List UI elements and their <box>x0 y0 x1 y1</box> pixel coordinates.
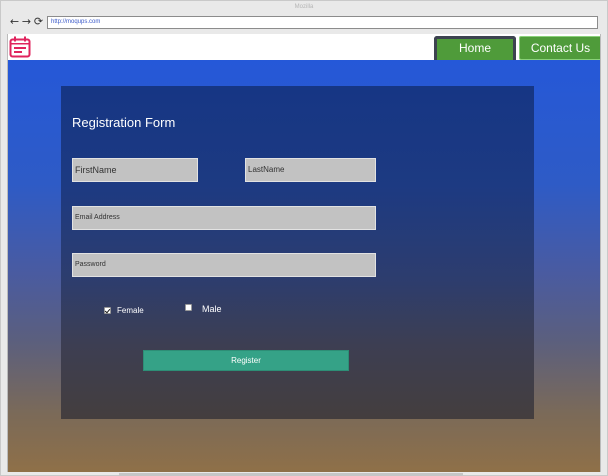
site-header: Home Contact Us <box>8 34 600 60</box>
registration-form: Registration Form FirstName LastName Ema… <box>61 86 534 419</box>
male-checkbox[interactable] <box>185 304 192 311</box>
form-title: Registration Form <box>72 115 176 130</box>
nav-contact-tab[interactable]: Contact Us <box>519 36 600 60</box>
calendar-list-icon[interactable] <box>9 36 31 58</box>
register-button[interactable]: Register <box>143 350 349 371</box>
female-label: Female <box>117 306 144 315</box>
arrow-left-icon[interactable]: ← <box>9 16 20 28</box>
browser-toolbar: ← → ⟳ http://moqups.com <box>1 13 607 33</box>
male-label: Male <box>202 304 222 314</box>
arrow-right-icon[interactable]: → <box>21 16 32 28</box>
nav-home-tab[interactable]: Home <box>434 36 516 60</box>
last-name-field[interactable]: LastName <box>245 158 376 182</box>
first-name-field[interactable]: FirstName <box>72 158 198 182</box>
email-field[interactable]: Email Address <box>72 206 376 230</box>
page-viewport: Home Contact Us Registration Form FirstN… <box>7 34 601 472</box>
female-checkbox[interactable] <box>104 307 111 314</box>
reload-icon[interactable]: ⟳ <box>33 16 44 28</box>
browser-window: Mozilla ← → ⟳ http://moqups.com Home Con… <box>0 0 608 476</box>
window-title: Mozilla <box>294 4 314 10</box>
page-body: Registration Form FirstName LastName Ema… <box>8 60 600 472</box>
password-field[interactable]: Password <box>72 253 376 277</box>
address-bar[interactable]: http://moqups.com <box>47 16 598 29</box>
